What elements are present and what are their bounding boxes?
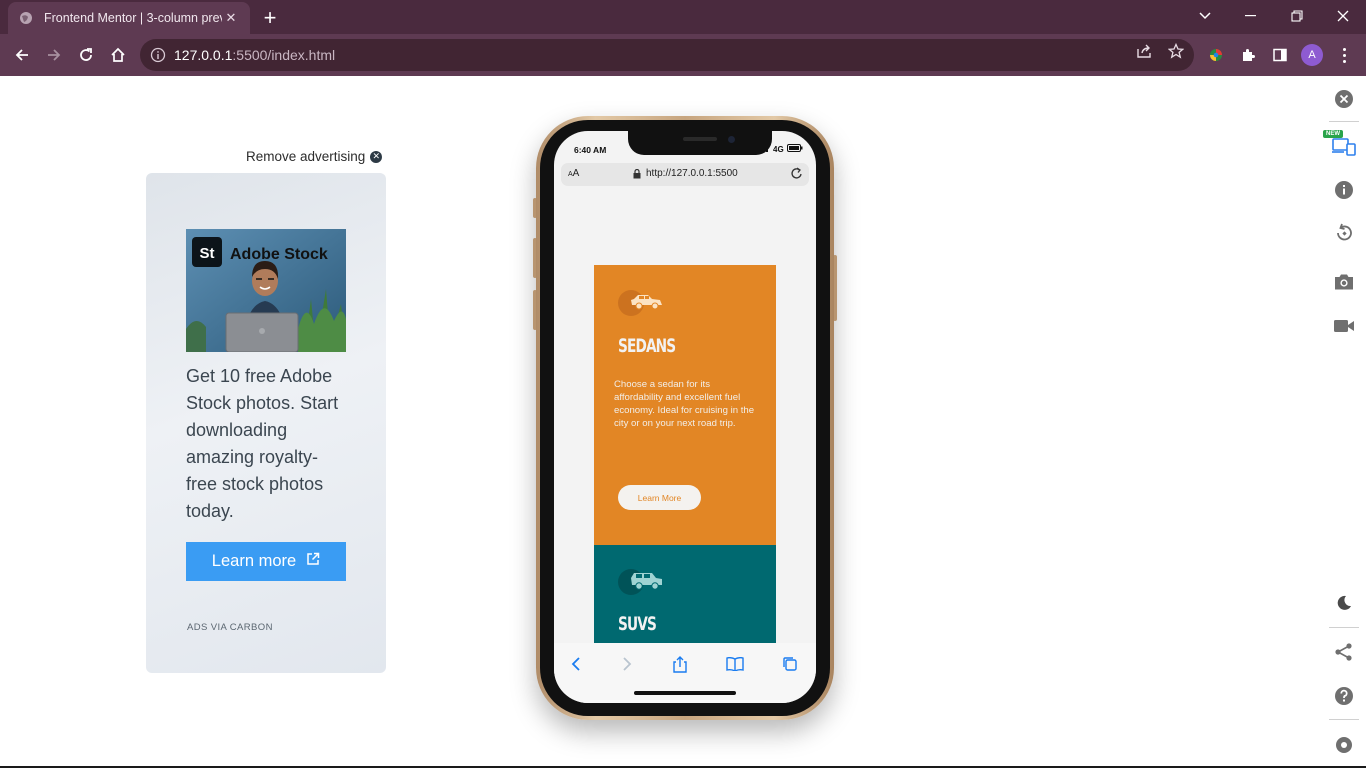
back-button[interactable] [6,39,38,71]
phone-screen: 6:40 AM 4G AA http://127.0.0.1:5500 SEDA… [554,131,816,703]
new-tab-button[interactable]: + [258,6,282,30]
close-panel-icon[interactable] [1332,87,1356,111]
tab-title: Frontend Mentor | 3-column prev [44,11,222,25]
sedans-learn-more-button[interactable]: Learn More [618,485,701,510]
ad-card: St Adobe Stock Get 10 free Adobe Stock p… [146,173,386,673]
close-window-button[interactable] [1320,0,1366,32]
ad-body-text[interactable]: Get 10 free Adobe Stock photos. Start do… [186,363,346,525]
suvs-title: SUVS [618,613,657,635]
profile-avatar[interactable]: A [1301,44,1323,66]
reload-button[interactable] [70,39,102,71]
ad-cta-label: Learn more [211,552,297,570]
signal-icon [760,145,770,154]
home-button[interactable] [102,39,134,71]
extension-colorful-icon[interactable] [1206,45,1226,65]
suv-car-icon [618,569,666,597]
lock-icon [633,168,641,182]
extensions-puzzle-icon[interactable] [1238,45,1258,65]
status-time: 6:40 AM [574,145,607,155]
network-label: 4G [773,144,784,154]
sedans-card: SEDANS Choose a sedan for its affordabil… [594,265,776,545]
safari-url-text: http://127.0.0.1:5500 [646,168,738,179]
dark-mode-moon-icon[interactable] [1332,591,1356,615]
share-nodes-icon[interactable] [1332,640,1356,664]
restore-button[interactable] [1274,0,1320,32]
responsive-viewer-side-panel [1322,76,1366,768]
safari-tabs-icon[interactable] [779,653,801,675]
safari-reload-icon[interactable] [790,167,803,183]
ad-image[interactable]: St Adobe Stock [186,229,346,352]
adobe-stock-mark: St [200,245,215,262]
forward-button[interactable] [38,39,70,71]
safari-address-bar[interactable]: AA http://127.0.0.1:5500 [561,163,809,186]
info-icon[interactable] [1332,178,1356,202]
safari-forward-icon[interactable] [616,653,638,675]
browser-title-bar: Frontend Mentor | 3-column prev ✕ + [0,0,1366,34]
help-icon[interactable] [1332,684,1356,708]
safari-back-icon[interactable] [565,653,587,675]
browser-tab[interactable]: Frontend Mentor | 3-column prev ✕ [8,2,250,34]
front-camera [728,136,735,143]
ads-via-carbon-link[interactable]: ADS VIA CARBON [187,622,273,633]
rotate-icon[interactable] [1332,221,1356,245]
adobe-stock-logo-text: Adobe Stock [230,246,328,263]
sedans-description: Choose a sedan for its affordability and… [614,379,755,429]
video-camera-icon[interactable] [1332,314,1356,338]
bookmark-star-icon[interactable] [1167,42,1185,60]
sedan-car-icon [618,290,666,318]
share-icon[interactable] [1135,42,1153,60]
globe-icon [18,10,34,26]
settings-gear-icon[interactable] [1332,733,1356,757]
close-circle-icon: ✕ [370,150,383,163]
minimize-button[interactable] [1228,0,1274,32]
remove-advertising-link[interactable]: Remove advertising ✕ [246,149,383,164]
browser-menu-icon[interactable] [1334,44,1354,66]
browser-toolbar: 127.0.0.1:5500/index.html [0,34,1366,76]
tab-search-icon[interactable] [1182,0,1228,32]
sedans-title: SEDANS [618,335,676,357]
close-tab-icon[interactable]: ✕ [222,9,240,27]
battery-icon [786,144,803,154]
remove-advertising-label: Remove advertising [246,149,366,164]
new-badge: NEW [1323,130,1343,138]
home-indicator [634,691,736,695]
side-panel-icon[interactable] [1270,45,1290,65]
speaker-grille [683,137,717,141]
address-bar[interactable]: 127.0.0.1:5500/index.html [140,39,1194,71]
status-indicators: 4G [760,144,803,154]
phone-notch [628,131,772,155]
site-info-icon[interactable] [150,47,166,63]
phone-frame: 6:40 AM 4G AA http://127.0.0.1:5500 SEDA… [536,116,834,720]
text-size-button[interactable]: AA [568,168,579,179]
suvs-card: SUVS [594,545,776,655]
url-text: 127.0.0.1:5500/index.html [174,47,336,63]
ad-learn-more-button[interactable]: Learn more [186,542,346,581]
safari-share-icon[interactable] [669,653,691,675]
safari-bookmarks-icon[interactable] [724,653,746,675]
external-link-icon [306,552,320,571]
camera-icon[interactable] [1332,270,1356,294]
